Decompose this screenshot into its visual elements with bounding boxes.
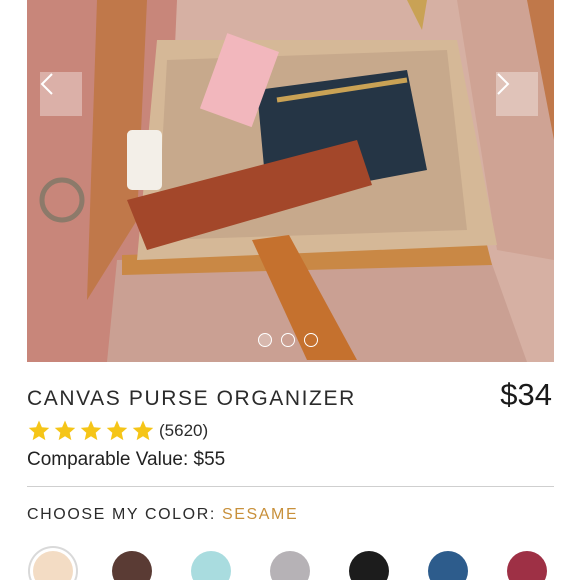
divider	[27, 486, 554, 487]
product-price: $34	[500, 377, 552, 412]
rating-row[interactable]: (5620)	[27, 419, 208, 442]
star-icon	[54, 420, 76, 441]
chevron-left-icon	[40, 73, 53, 95]
next-image-button[interactable]	[496, 72, 538, 116]
color-swatch-burgundy[interactable]	[507, 551, 547, 580]
color-swatch-brown[interactable]	[112, 551, 152, 580]
previous-image-button[interactable]	[40, 72, 82, 116]
star-icon	[106, 420, 128, 441]
product-title: CANVAS PURSE ORGANIZER	[27, 387, 356, 410]
chevron-right-icon	[497, 73, 510, 95]
color-picker-label: CHOOSE MY COLOR: SESAME	[27, 506, 298, 524]
star-rating	[27, 419, 155, 442]
color-swatch-navy[interactable]	[428, 551, 468, 580]
color-swatches	[0, 543, 580, 580]
product-image-gallery[interactable]	[27, 0, 554, 362]
selected-color-name: SESAME	[221, 506, 299, 523]
product-photo	[27, 0, 554, 362]
color-swatch-aqua[interactable]	[191, 551, 231, 580]
star-icon	[28, 420, 50, 441]
comparable-value: Comparable Value: $55	[27, 449, 226, 470]
slide-dot[interactable]	[258, 333, 272, 347]
slide-dot[interactable]	[281, 333, 295, 347]
star-icon	[80, 420, 102, 441]
color-swatch-gray[interactable]	[270, 551, 310, 580]
slide-indicators	[258, 333, 318, 347]
slide-dot[interactable]	[304, 333, 318, 347]
color-label-text: CHOOSE MY COLOR:	[27, 506, 216, 523]
color-swatch-sesame[interactable]	[33, 551, 73, 580]
color-swatch-black[interactable]	[349, 551, 389, 580]
review-count[interactable]: (5620)	[159, 421, 208, 441]
star-icon	[132, 420, 154, 441]
